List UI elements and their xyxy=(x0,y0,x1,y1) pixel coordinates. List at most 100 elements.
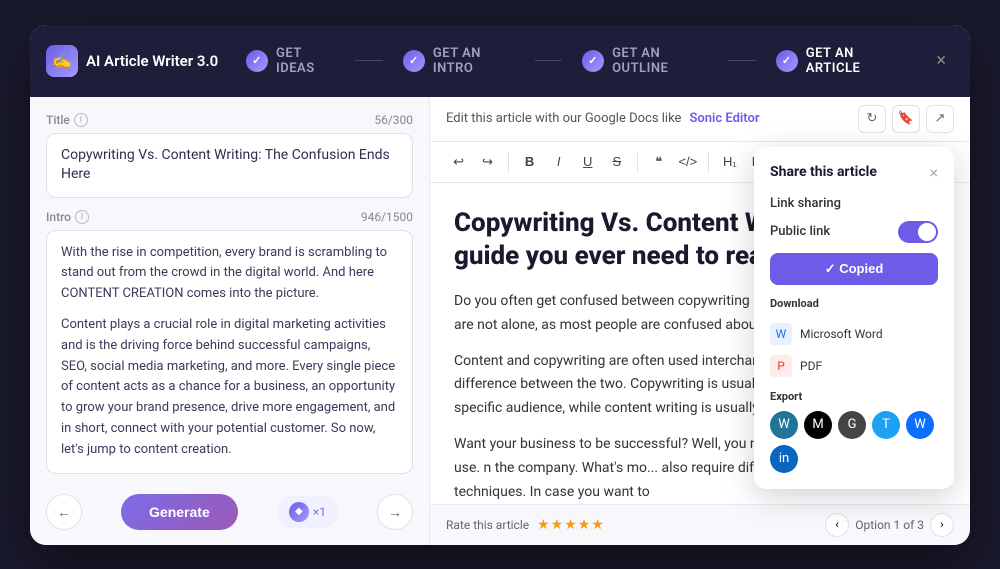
share-header: Share this article × xyxy=(770,163,938,182)
format-separator-3 xyxy=(708,152,709,172)
title-field-box: Copywriting Vs. Content Writing: The Con… xyxy=(46,133,413,198)
tab-get-ideas[interactable]: ✓ GET IDEAS xyxy=(226,38,355,84)
tab-connector-3 xyxy=(728,60,755,61)
token-icon: ◆ xyxy=(289,502,309,522)
code-button[interactable]: </> xyxy=(675,148,700,176)
generate-button[interactable]: Generate xyxy=(121,494,238,530)
option-prev-button[interactable]: ‹ xyxy=(825,513,849,537)
tab-get-article[interactable]: ✓ GET AN ARTICLE xyxy=(756,38,921,84)
redo-button[interactable]: ↪ xyxy=(475,148,500,176)
intro-text[interactable]: With the rise in competition, every bran… xyxy=(61,243,398,461)
tab-check-article: ✓ xyxy=(776,50,798,72)
share-panel: Share this article × Link sharing Public… xyxy=(754,147,954,489)
public-link-label: Public link xyxy=(770,224,830,239)
next-button[interactable]: → xyxy=(377,494,413,530)
italic-button[interactable]: I xyxy=(546,148,571,176)
sonic-editor-link[interactable]: Sonic Editor xyxy=(689,111,759,126)
tab-outline-label: GET AN OUTLINE xyxy=(612,46,708,76)
intro-para-2: Content plays a crucial role in digital … xyxy=(61,315,398,461)
intro-char-count: 946/1500 xyxy=(361,210,413,224)
bookmark-icon-button[interactable]: 🔖 xyxy=(892,105,920,133)
intro-para-1: With the rise in competition, every bran… xyxy=(61,243,398,305)
underline-button[interactable]: U xyxy=(575,148,600,176)
star-rating[interactable]: ★★★★★ xyxy=(537,517,605,533)
tab-intro-label: GET AN INTRO xyxy=(433,46,515,76)
prev-button[interactable]: ← xyxy=(46,494,82,530)
tab-get-intro[interactable]: ✓ GET AN INTRO xyxy=(383,38,535,84)
bottom-controls: ← Generate ◆ ×1 → xyxy=(46,486,413,530)
link-sharing-label: Link sharing xyxy=(770,196,841,211)
token-badge: ◆ ×1 xyxy=(277,496,338,528)
copied-label: ✓ Copied xyxy=(825,261,884,277)
intro-field-wrapper: Intro i 946/1500 With the rise in compet… xyxy=(46,210,413,474)
title-info-icon[interactable]: i xyxy=(74,113,88,127)
export-medium-button[interactable]: M xyxy=(804,411,832,439)
title-field-label-row: Title i 56/300 xyxy=(46,113,413,127)
export-wordpress-button[interactable]: W xyxy=(770,411,798,439)
format-separator-1 xyxy=(508,152,509,172)
export-wix-button[interactable]: W xyxy=(906,411,934,439)
strikethrough-button[interactable]: S xyxy=(604,148,629,176)
export-ghost-button[interactable]: G xyxy=(838,411,866,439)
right-panel: Edit this article with our Google Docs l… xyxy=(430,97,970,545)
download-word-button[interactable]: W Microsoft Word xyxy=(770,318,938,350)
app-window: ✍ AI Article Writer 3.0 ✓ GET IDEAS ✓ GE… xyxy=(30,25,970,545)
option-next-button[interactable]: › xyxy=(930,513,954,537)
pdf-label: PDF xyxy=(800,359,822,373)
tab-connector-1 xyxy=(355,60,382,61)
toolbar-icons: ↻ 🔖 ↗ xyxy=(858,105,954,133)
refresh-icon-button[interactable]: ↻ xyxy=(858,105,886,133)
intro-field-box: With the rise in competition, every bran… xyxy=(46,230,413,474)
undo-button[interactable]: ↩ xyxy=(446,148,471,176)
intro-field-label-row: Intro i 946/1500 xyxy=(46,210,413,224)
token-count: ×1 xyxy=(313,505,326,519)
left-panel: Title i 56/300 Copywriting Vs. Content W… xyxy=(30,97,430,545)
brand-icon: ✍ xyxy=(46,45,78,77)
intro-info-icon[interactable]: i xyxy=(75,210,89,224)
quote-button[interactable]: ❝ xyxy=(646,148,671,176)
tab-check-intro: ✓ xyxy=(403,50,425,72)
download-section-title: Download xyxy=(770,297,938,310)
external-icon-button[interactable]: ↗ xyxy=(926,105,954,133)
link-sharing-row: Link sharing xyxy=(770,196,938,211)
main-content: Title i 56/300 Copywriting Vs. Content W… xyxy=(30,97,970,545)
tab-bar: ✓ GET IDEAS ✓ GET AN INTRO ✓ GET AN OUTL… xyxy=(226,38,920,84)
tab-article-label: GET AN ARTICLE xyxy=(806,46,901,76)
word-icon: W xyxy=(770,323,792,345)
tab-ideas-label: GET IDEAS xyxy=(276,46,335,76)
option-nav: ‹ Option 1 of 3 › xyxy=(825,513,954,537)
tab-check-ideas: ✓ xyxy=(246,50,268,72)
share-title: Share this article xyxy=(770,164,877,180)
download-pdf-button[interactable]: P PDF xyxy=(770,350,938,382)
brand-title: AI Article Writer 3.0 xyxy=(86,52,218,70)
word-label: Microsoft Word xyxy=(800,327,883,341)
export-section-title: Export xyxy=(770,390,938,403)
intro-label-text: Intro xyxy=(46,210,71,224)
tab-connector-2 xyxy=(535,60,562,61)
option-label: Option 1 of 3 xyxy=(855,518,924,532)
title-field-wrapper: Title i 56/300 Copywriting Vs. Content W… xyxy=(46,113,413,198)
pdf-icon: P xyxy=(770,355,792,377)
share-close-button[interactable]: × xyxy=(929,163,938,182)
editor-toolbar-top: Edit this article with our Google Docs l… xyxy=(430,97,970,142)
editor-toolbar-text: Edit this article with our Google Docs l… xyxy=(446,111,681,126)
tab-check-outline: ✓ xyxy=(582,50,604,72)
title-char-count: 56/300 xyxy=(374,113,413,127)
brand: ✍ AI Article Writer 3.0 xyxy=(46,45,226,77)
export-icons: W M G T W in xyxy=(770,411,938,473)
format-separator-2 xyxy=(637,152,638,172)
copied-button[interactable]: ✓ Copied xyxy=(770,253,938,285)
public-link-toggle[interactable] xyxy=(898,221,938,243)
close-button[interactable]: × xyxy=(928,46,954,75)
h1-button[interactable]: H₁ xyxy=(717,148,742,176)
header: ✍ AI Article Writer 3.0 ✓ GET IDEAS ✓ GE… xyxy=(30,25,970,97)
rate-label: Rate this article xyxy=(446,518,529,532)
tab-get-outline[interactable]: ✓ GET AN OUTLINE xyxy=(562,38,728,84)
title-text[interactable]: Copywriting Vs. Content Writing: The Con… xyxy=(61,146,398,185)
public-link-row: Public link xyxy=(770,221,938,243)
bold-button[interactable]: B xyxy=(517,148,542,176)
export-twitter-button[interactable]: T xyxy=(872,411,900,439)
export-linkedin-button[interactable]: in xyxy=(770,445,798,473)
title-label-text: Title xyxy=(46,113,70,127)
bottom-bar: Rate this article ★★★★★ ‹ Option 1 of 3 … xyxy=(430,504,970,545)
